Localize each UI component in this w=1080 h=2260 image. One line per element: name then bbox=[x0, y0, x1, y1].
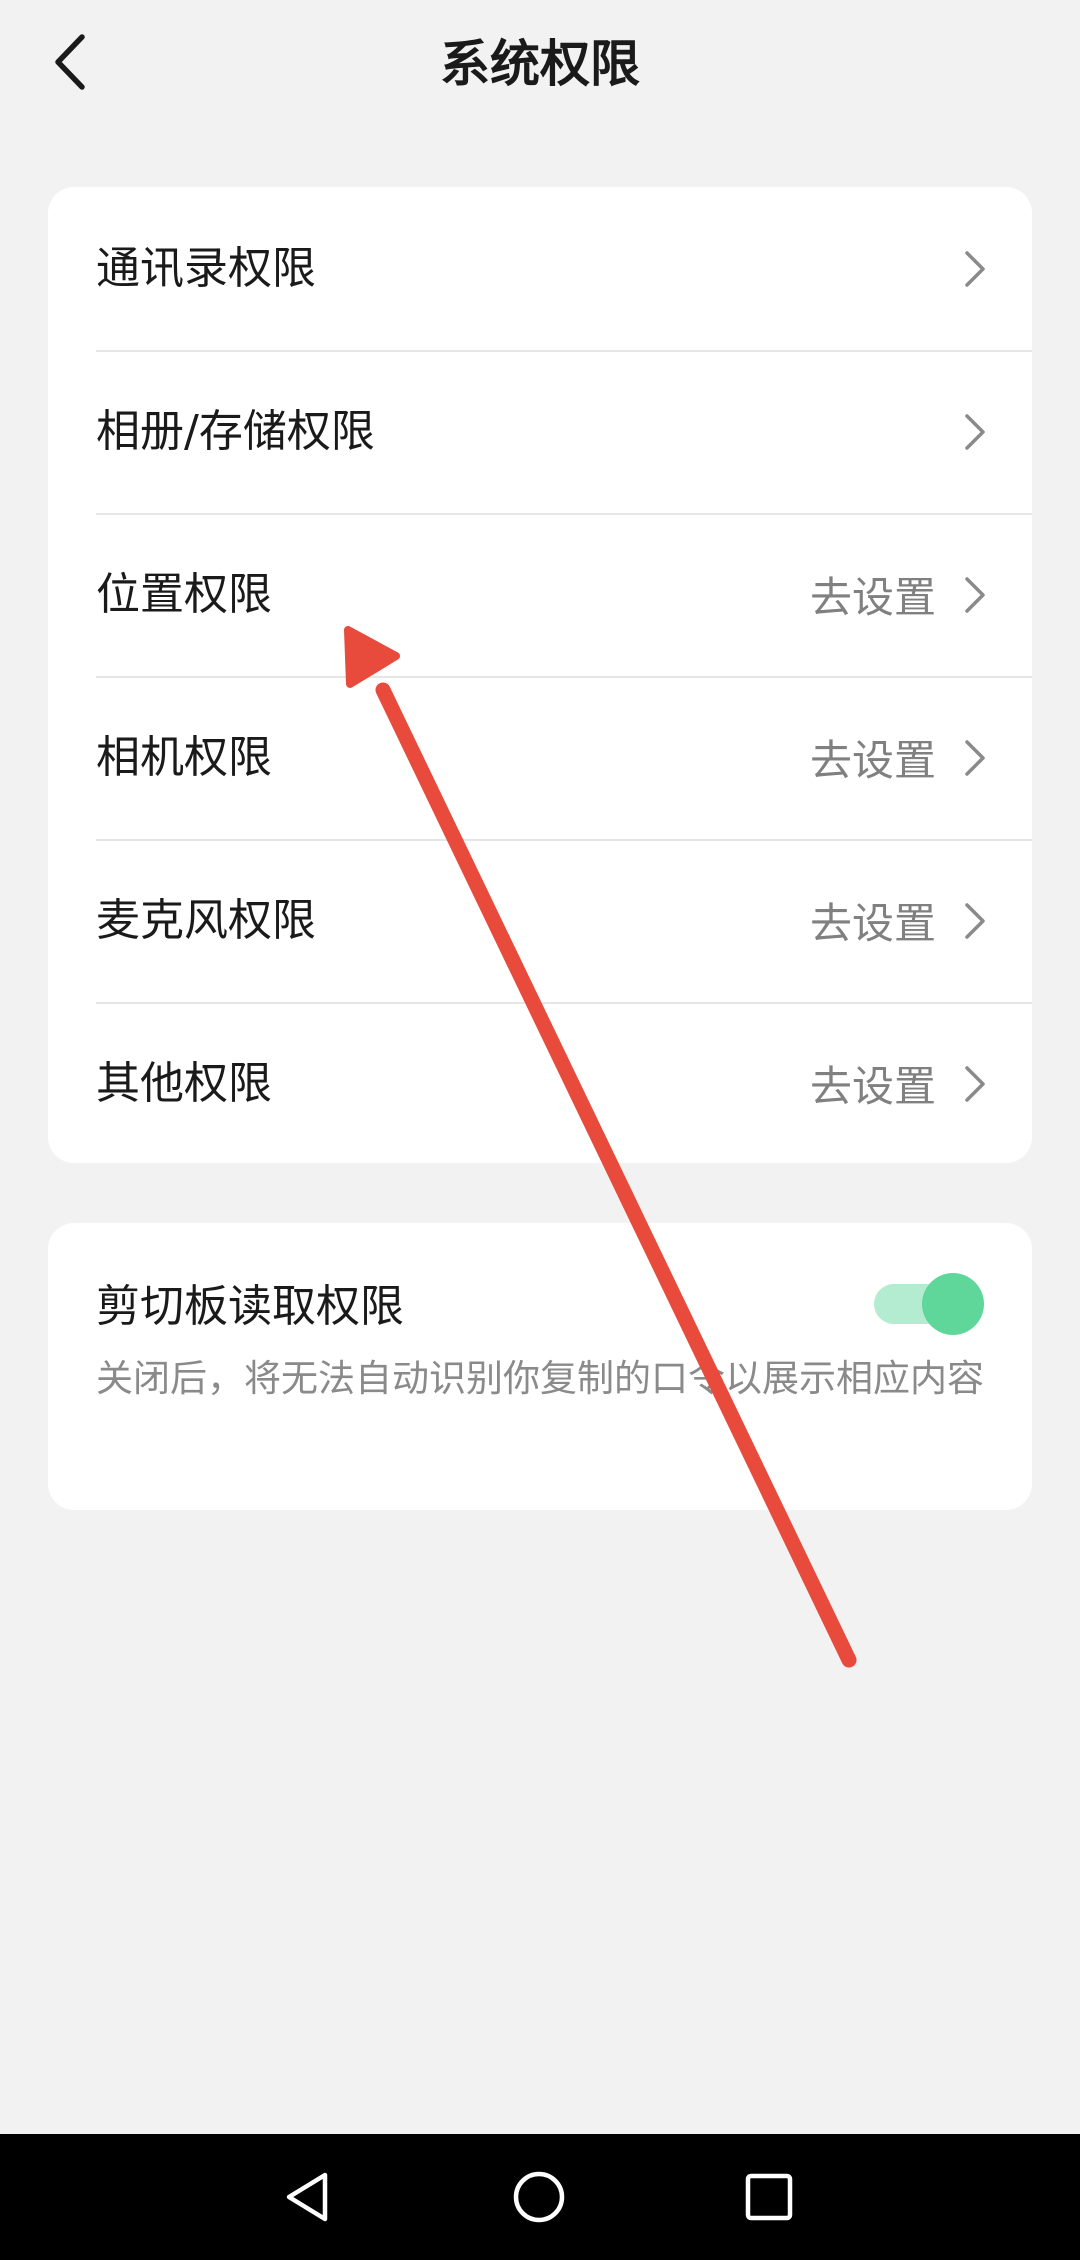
page-title: 系统权限 bbox=[440, 35, 640, 93]
chevron-right-icon bbox=[965, 250, 985, 287]
permission-status: 去设置 bbox=[809, 573, 936, 622]
chevron-right-icon bbox=[965, 739, 985, 776]
app-header: 系统权限 bbox=[0, 0, 1080, 128]
permission-row-camera[interactable]: 相机权限 去设置 bbox=[48, 676, 1032, 839]
toggle-knob bbox=[922, 1273, 984, 1335]
square-recents-icon bbox=[745, 2173, 793, 2221]
chevron-right-icon bbox=[965, 902, 985, 939]
permission-label: 相册/存储权限 bbox=[96, 406, 375, 457]
permission-row-contacts[interactable]: 通讯录权限 bbox=[48, 187, 1032, 350]
permission-label: 通讯录权限 bbox=[96, 243, 316, 294]
circle-home-icon bbox=[513, 2171, 565, 2223]
clipboard-permission-description: 关闭后，将无法自动识别你复制的口令以展示相应内容 bbox=[96, 1357, 984, 1400]
clipboard-card: 剪切板读取权限 关闭后，将无法自动识别你复制的口令以展示相应内容 bbox=[48, 1223, 1032, 1510]
permission-row-other[interactable]: 其他权限 去设置 bbox=[48, 1002, 1032, 1163]
chevron-right-icon bbox=[965, 576, 985, 613]
permission-label: 相机权限 bbox=[96, 732, 272, 783]
permission-row-storage[interactable]: 相册/存储权限 bbox=[48, 350, 1032, 513]
permission-status: 去设置 bbox=[809, 899, 936, 948]
clipboard-toggle[interactable] bbox=[874, 1273, 984, 1335]
nav-back-button[interactable] bbox=[264, 2152, 354, 2242]
permission-status: 去设置 bbox=[809, 1062, 936, 1111]
permission-label: 其他权限 bbox=[96, 1058, 272, 1109]
permission-label: 麦克风权限 bbox=[96, 895, 316, 946]
nav-recents-button[interactable] bbox=[724, 2152, 814, 2242]
chevron-right-icon bbox=[965, 413, 985, 450]
permission-status: 去设置 bbox=[809, 736, 936, 785]
nav-home-button[interactable] bbox=[494, 2152, 584, 2242]
triangle-back-icon bbox=[286, 2172, 328, 2222]
system-navigation-bar bbox=[0, 2134, 1080, 2260]
permissions-card: 通讯录权限 相册/存储权限 位置权限 去设置 相机权限 去设置 麦克风权限 去设… bbox=[48, 187, 1032, 1163]
permission-row-location[interactable]: 位置权限 去设置 bbox=[48, 513, 1032, 676]
permission-label: 位置权限 bbox=[96, 569, 272, 620]
clipboard-permission-title: 剪切板读取权限 bbox=[96, 1281, 404, 1332]
permission-row-microphone[interactable]: 麦克风权限 去设置 bbox=[48, 839, 1032, 1002]
chevron-right-icon bbox=[965, 1065, 985, 1102]
